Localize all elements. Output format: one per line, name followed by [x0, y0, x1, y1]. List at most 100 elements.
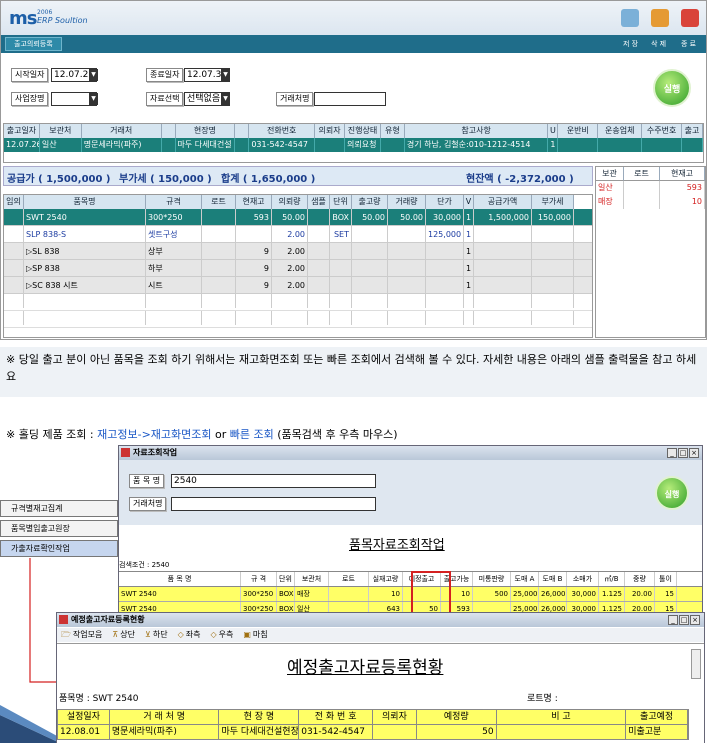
business-dropdown-icon[interactable]: ▼ — [89, 93, 98, 105]
column-header: 실재고량 — [369, 572, 403, 586]
column-header: 거래처 — [81, 124, 162, 138]
toolbar-label: 하단 — [152, 630, 168, 639]
data-select-label: 자료선택 — [146, 92, 184, 106]
maximize-icon[interactable]: □ — [678, 448, 688, 458]
column-header: 참고사항 — [404, 124, 549, 138]
w1-report-title: 품목자료조회작업 — [349, 538, 445, 553]
note2-link-quick: 빠른 조회 — [229, 428, 274, 441]
exit-button[interactable]: 종 료 — [681, 39, 696, 49]
table-cell: 상부 — [146, 243, 202, 260]
end-date-dropdown-icon[interactable]: ▼ — [221, 69, 230, 81]
toolbar-button-4[interactable]: ◇ 우측 — [210, 628, 233, 642]
table-cell — [330, 243, 352, 260]
table-row[interactable]: 12.08.01 명문세라믹(파주) 마두 다세대건설현장 031-542-4547 5… — [57, 725, 689, 740]
empty-cell — [532, 294, 574, 308]
table-cell: 1 — [464, 226, 474, 243]
table-cell — [352, 226, 388, 243]
close-icon[interactable]: × — [689, 448, 699, 458]
menu-item-item-ledger[interactable]: 품목별입출고원장 — [0, 520, 118, 537]
column-header: U — [548, 124, 559, 138]
start-date-dropdown-icon[interactable]: ▼ — [89, 69, 98, 81]
column-header: 품 목 명 — [119, 572, 241, 586]
table-row[interactable]: ▷SC 838 시트 시트 9 2.00 1 — [4, 277, 592, 294]
toolbar-button-1[interactable]: ⊼ 상단 — [112, 628, 135, 642]
toolbar-button-0[interactable]: 🗁 작업모음 — [61, 628, 102, 642]
toolbar-button-2[interactable]: ⊻ 하단 — [145, 628, 168, 642]
table-cell: 10 — [369, 587, 403, 601]
table-cell: 593 — [660, 181, 705, 195]
table-cell — [352, 243, 388, 260]
column-header: 톨이 — [655, 572, 677, 586]
item-grid: 임의 품목명 규격 로트 현재고 의뢰량 샘플 단위 출고량 거래량 단가 V 공급가액 부가세 SWT … — [3, 194, 593, 338]
table-cell: 26,000 — [539, 587, 567, 601]
column-header: 로트 — [329, 572, 369, 586]
column-header: 규격 — [146, 195, 202, 209]
table-cell: 셋트구성 — [146, 226, 202, 243]
toolbar-button-3[interactable]: ◇ 좌측 — [178, 628, 201, 642]
supply-total: 공급가 ( 1,500,000 ) — [7, 174, 111, 185]
table-cell: SET — [330, 226, 352, 243]
data-query-form — [119, 460, 702, 525]
column-header: V — [464, 195, 474, 209]
client-input[interactable] — [314, 92, 386, 106]
column-header: 현 장 명 — [219, 710, 300, 724]
table-row[interactable]: SWT 2540 300*250 593 50.00 BOX 50.00 50.00 30,0… — [4, 209, 592, 226]
table-row[interactable]: ▷SL 838 상부 9 2.00 1 — [4, 243, 592, 260]
table-cell: 20.00 — [625, 587, 655, 601]
w2-close-icon[interactable]: × — [690, 615, 700, 625]
table-row[interactable]: 매장 10 — [596, 195, 705, 209]
empty-cell — [464, 311, 474, 325]
w2-maximize-icon[interactable]: □ — [679, 615, 689, 625]
empty-cell — [146, 311, 202, 325]
table-cell: 1 — [464, 209, 474, 226]
menu-item-temp-check[interactable]: 가출자료확인작업 — [0, 540, 118, 557]
table-cell — [426, 243, 464, 260]
table-cell — [352, 260, 388, 277]
scheduled-shipment-window: 예정출고자료등록현황 _ □ × 🗁 작업모음 ⊼ 상단 ⊻ 하단 ◇ 좌측 ◇ 우측 ▣ 마침 예정출고… — [56, 612, 705, 743]
menu-item-spec-stock[interactable]: 규격별재고집계 — [0, 500, 118, 517]
note2-link-stock: 재고정보->재고화면조회 — [97, 428, 212, 441]
delete-toolbar-icon[interactable] — [651, 9, 669, 27]
save-toolbar-icon[interactable] — [621, 9, 639, 27]
column-header: 로트 — [202, 195, 236, 209]
item-name-input[interactable]: 2540 — [171, 474, 376, 488]
table-cell — [682, 138, 704, 152]
minimize-icon[interactable]: _ — [667, 448, 677, 458]
title-bar: ms 2006 ERP Soultion — [1, 1, 706, 35]
note-text-1: ※ 당일 출고 분이 아닌 품목을 조회 하기 위해서는 재고화면조회 또는 빠… — [0, 347, 707, 397]
run-button[interactable]: 실행 — [653, 69, 691, 107]
table-row[interactable]: 12.07.26 일산 명문세라믹(파주) 마두 다세대건설 031-542-4547 의… — [4, 138, 704, 152]
table-cell: 300*250 — [241, 587, 277, 601]
table-cell — [474, 277, 532, 294]
delete-button[interactable]: 삭 제 — [651, 39, 666, 49]
table-cell: 일산 — [596, 181, 624, 195]
table-row[interactable]: ▷SP 838 하부 9 2.00 1 — [4, 260, 592, 277]
w2-scrollbar[interactable] — [691, 649, 701, 679]
tax-total: 부가세 ( 150,000 ) — [119, 174, 212, 185]
table-cell — [558, 138, 599, 152]
w2-minimize-icon[interactable]: _ — [668, 615, 678, 625]
tab-shipment-request[interactable]: 출고의뢰등록 — [5, 37, 62, 51]
toolbar-button-5[interactable]: ▣ 마침 — [243, 628, 267, 642]
data-query-window: 자료조회작업 _ □ × 품 목 명 2540 거래처명 실행 품목자료조회작업 검… — [118, 445, 703, 617]
data-select-dropdown-icon[interactable]: ▼ — [221, 93, 230, 105]
w1-run-button[interactable]: 실행 — [655, 476, 689, 510]
table-cell — [474, 260, 532, 277]
save-button[interactable]: 저 장 — [623, 39, 638, 49]
w1-client-input[interactable] — [171, 497, 376, 511]
w2-titlebar: 예정출고자료등록현황 _ □ × — [57, 613, 704, 627]
empty-cell — [426, 294, 464, 308]
table-cell — [308, 209, 330, 226]
empty-cell — [352, 294, 388, 308]
exit-toolbar-icon[interactable] — [681, 9, 699, 27]
table-row[interactable]: SLP 838-S 셋트구성 2.00 SET 125,000 1 — [4, 226, 592, 243]
table-cell — [235, 138, 250, 152]
empty-cell — [330, 311, 352, 325]
w2-result-header: 설정일자 거 래 처 명현 장 명전 화 번 호 의뢰자 예정량 비 고 출고예정 — [57, 709, 689, 725]
stock-side-grid: 보관 로트 현재고 일산 593 매장 10 — [595, 166, 706, 338]
item-grid-body: SWT 2540 300*250 593 50.00 BOX 50.00 50.00 30,0… — [4, 209, 592, 328]
table-cell — [381, 138, 405, 152]
table-row[interactable]: 일산 593 — [596, 181, 705, 195]
empty-cell — [388, 294, 426, 308]
align-left-icon: ◇ — [177, 630, 184, 639]
